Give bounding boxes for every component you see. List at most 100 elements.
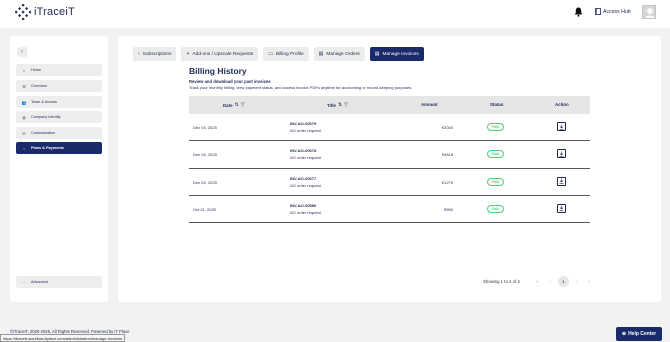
sidebar-item-label: Company Identity [31,115,61,119]
sidebar-item-label: Customization [31,131,56,135]
invoice-title: INV-AO-00678 AO order request [290,147,321,161]
sidebar-item-label: Team & Access [31,100,57,104]
page-title: Billing History [189,66,247,76]
pagination-info: Showing 1 to 4 of 4 [483,279,520,284]
invoice-type: AO order request [290,128,321,133]
sidebar-item-plans-payments[interactable]: ‹ Plans & Payments [16,142,102,154]
table-row: Dec 04, 2025 INV-AO-00679 AO order reque… [189,114,590,142]
tab-label: Manage Orders [326,51,360,57]
sidebar-item-label: Home [31,68,42,72]
orders-icon: ▤ [318,51,324,57]
filter-icon[interactable]: ▽ [344,102,348,108]
download-icon [559,151,564,157]
sidebar: ‹ ⌂ Home ☰ Overview 👥 Team & Access ◍ Co… [10,36,108,302]
column-amount: Amount [421,102,438,107]
sidebar-collapse-button[interactable]: ‹ [17,47,27,57]
column-action-label: Action [555,102,569,107]
tab-manage-invoices[interactable]: ▤ Manage Invoices [369,47,424,61]
sidebar-item-overview[interactable]: ☰ Overview [16,80,102,92]
invoice-date: Oct 21, 2025 [193,206,216,212]
column-date[interactable]: Date ⇅ ▽ [223,102,245,108]
invoice-date: Dec 04, 2025 [193,152,217,158]
sidebar-item-customization[interactable]: ☷ Customization [16,127,102,139]
plus-icon: + [186,51,190,57]
pagination: Showing 1 to 4 of 4 « ‹ 1 › » [483,276,597,287]
next-page-button[interactable]: › [571,276,582,287]
download-invoice-button[interactable] [557,122,566,131]
prev-page-button[interactable]: ‹ [545,276,556,287]
status-url: https://itraceit-workflow.itplace.com/ad… [0,334,126,342]
globe-icon: ◍ [22,114,26,120]
invoice-number: INV-AO-00678 [290,148,317,154]
table-row: Dec 04, 2025 INV-AO-00677 AO order reque… [189,169,590,196]
column-date-label: Date [223,102,233,108]
help-icon: ⊕ [621,331,627,337]
dots-icon: ⋯ [22,279,26,285]
column-title-label: Title [327,102,336,108]
invoice-date: Dec 04, 2025 [193,125,217,130]
invoice-number: INV-AO-00580 [290,202,317,208]
invoice-title: INV-AO-00580 AO order request [290,202,321,216]
page-1-button[interactable]: 1 [557,276,569,287]
filter-icon[interactable]: ▽ [241,102,245,108]
sliders-icon: ☷ [22,130,26,136]
sidebar-item-home[interactable]: ⌂ Home [16,64,102,76]
access-hub-label: Access Hub [603,8,631,15]
tab-label: Add-ons / Upscale Requests [192,51,254,57]
download-invoice-button[interactable] [557,203,566,213]
chevron-left-icon: ‹ [23,145,25,151]
download-icon [559,205,564,212]
top-bar: iTraceiT Access Hub [0,0,670,28]
sidebar-item-advanced[interactable]: ⋯ Advanced [16,276,102,288]
book-icon [595,8,601,15]
help-center-label: Help Center [628,331,657,337]
card-icon: ▭ [268,51,273,57]
invoice-type: AO order request [290,155,321,161]
invoice-type: AO order request [290,209,321,215]
invoice-amount: €2040 [441,125,453,130]
sidebar-item-company-identity[interactable]: ◍ Company Identity [16,111,102,123]
last-page-button[interactable]: » [584,276,595,287]
download-invoice-button[interactable] [557,176,566,186]
access-hub-link[interactable]: Access Hub [595,8,631,15]
help-center-button[interactable]: ⊕ Help Center [616,327,662,341]
tab-manage-orders[interactable]: ▤ Manage Orders [313,47,365,61]
sort-icon[interactable]: ⇅ [338,102,342,108]
main-panel: ‹ Subscriptions + Add-ons / Upscale Requ… [118,36,661,302]
invoice-amount: €550 [444,206,453,212]
tab-billing-profile[interactable]: ▭ Billing Profile [263,47,309,61]
column-action: Action [555,102,569,107]
invoice-number: INV-AO-00677 [290,175,317,181]
tab-subscriptions[interactable]: ‹ Subscriptions [133,47,177,61]
page-description: Track your monthly billing, view payment… [189,85,413,90]
list-icon: ☰ [22,83,26,89]
page-subtitle: Review and download your past invoices [189,79,271,84]
column-status-label: Status [490,102,504,107]
sidebar-item-label: Overview [31,84,47,88]
tab-label: Subscriptions [142,51,172,57]
avatar[interactable] [642,5,656,19]
column-status: Status [490,102,503,107]
tab-bar: ‹ Subscriptions + Add-ons / Upscale Requ… [133,47,429,61]
invoice-title: INV-AO-00677 AO order request [290,175,321,189]
tab-label: Billing Profile [275,51,304,57]
invoice-amount: €1275 [441,179,453,185]
sidebar-item-team-access[interactable]: 👥 Team & Access [16,96,102,108]
logo-text: iTraceiT [34,6,75,18]
sidebar-item-label: Plans & Payments [31,146,64,150]
table-row: Dec 04, 2025 INV-AO-00678 AO order reque… [189,141,590,169]
tab-addons[interactable]: + Add-ons / Upscale Requests [181,47,259,61]
logo[interactable]: iTraceiT [15,4,75,20]
invoice-type: AO order request [290,182,321,188]
bell-icon[interactable] [574,7,583,17]
tab-label: Manage Invoices [382,51,419,57]
home-icon: ⌂ [22,67,26,73]
column-title[interactable]: Title ⇅ ▽ [327,102,348,108]
download-icon [559,178,564,184]
invoice-date: Dec 04, 2025 [193,179,217,185]
download-invoice-button[interactable] [557,149,566,159]
invoice-table: Date ⇅ ▽ Title ⇅ ▽ Amount Status Action … [189,96,590,224]
first-page-button[interactable]: « [532,276,543,287]
invoice-amount: €4818 [441,152,453,158]
sort-icon[interactable]: ⇅ [235,102,239,108]
